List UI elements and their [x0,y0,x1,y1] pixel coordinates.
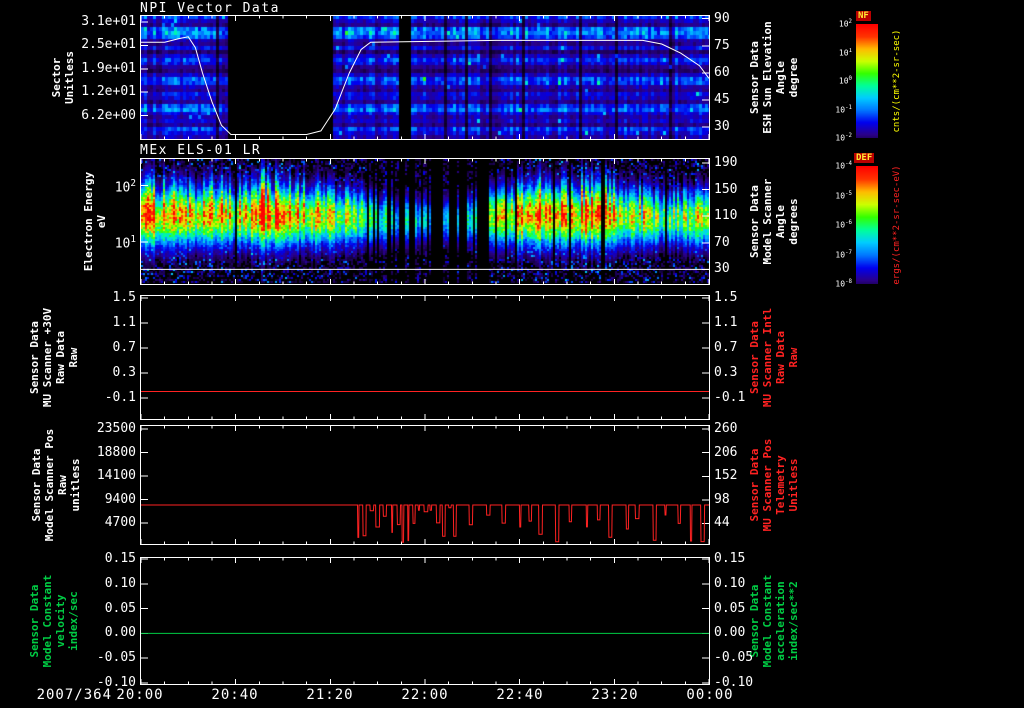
tick-label: 45 [714,92,730,108]
tick-label: 14100 [96,468,136,483]
tick-label: 152 [714,468,738,484]
x-tick-label: 22:40 [496,687,544,703]
panel-5-plot [140,557,710,685]
tick-label: 10-7 [835,249,852,260]
panel-3-overlay [141,296,709,419]
x-tick-label: 00:00 [686,687,734,703]
colorbar-2-gradient [856,166,878,284]
tick-label: 60 [714,64,730,80]
tick-label: 190 [714,154,738,170]
x-tick-label: 23:20 [591,687,639,703]
tick-label: -0.1 [714,389,746,405]
tick-label: 10-6 [835,220,852,230]
tick-label: 3.1e+01 [81,14,136,30]
tick-label: 150 [714,181,738,197]
tick-label: 44 [714,515,730,531]
colorbar1-tag: NF [856,11,871,21]
tick-label: 30 [714,261,730,277]
colorbar2-tag: DEF [854,153,875,163]
tick-label: 98 [714,491,730,507]
panel-2-overlay [141,159,709,284]
tick-label: 101 [838,47,852,58]
panel1-ylabel: Sector Unitless [50,51,76,104]
multi-panel-time-series-plot: NPI Vector Data MEx ELS-01 LR Sector Uni… [0,0,1024,708]
tick-label: 0.7 [112,339,136,355]
tick-label: 101 [114,234,136,252]
tick-label: 90 [714,10,730,26]
tick-label: 70 [714,234,730,250]
tick-label: 0.00 [714,625,746,641]
tick-label: 0.7 [714,339,738,355]
tick-label: 9400 [104,491,136,507]
tick-label: -0.05 [96,650,136,666]
tick-label: -0.1 [104,389,136,405]
tick-label: 1.1 [714,314,738,330]
panel5-ylabel: Sensor Data Model Constant velocity inde… [28,574,80,668]
panel-2-plot [140,158,710,285]
tick-label: 0.05 [104,600,136,616]
tick-label: 30 [714,119,730,135]
colorbar1-units: cnts/(cm**2-sr-sec) [892,29,902,133]
x-tick-label: 20:40 [211,687,259,703]
tick-label: 1.5 [714,289,738,305]
tick-label: 23500 [96,421,136,436]
panel-3-plot [140,295,710,420]
x-tick-label: 22:00 [401,687,449,703]
tick-label: 10-8 [835,279,852,289]
tick-label: 0.10 [714,575,746,591]
x-tick-label: 20:00 [116,687,164,703]
colorbar-1-gradient [856,24,878,138]
tick-label: 10-1 [835,104,852,115]
tick-label: 102 [838,19,852,29]
panel-4-overlay [141,426,709,544]
tick-label: 75 [714,37,730,53]
panel-1-plot [140,15,710,140]
tick-label: 0.10 [104,575,136,591]
colorbar2-units: ergs/(cm**2-sr-sec-eV) [892,165,902,285]
tick-label: 0.3 [714,364,738,380]
tick-label: 0.3 [112,364,136,380]
tick-label: 260 [714,421,738,437]
tick-label: 10-4 [835,161,852,171]
tick-label: 6.2e+00 [81,107,136,123]
tick-label: 102 [114,177,136,195]
tick-label: 0.00 [104,625,136,641]
tick-label: 0.05 [714,600,746,616]
panel-5-overlay [141,558,709,684]
tick-label: 10-5 [835,190,852,201]
panel-4-plot [140,425,710,545]
tick-label: 4700 [104,515,136,530]
tick-label: 0.15 [104,550,136,566]
tick-label: -0.05 [714,650,754,666]
tick-label: 1.9e+01 [81,60,136,76]
tick-label: 18800 [96,444,136,460]
tick-label: 0.15 [714,550,746,566]
panel2-title: MEx ELS-01 LR [140,143,262,158]
series-line-4 [141,504,709,543]
tick-label: 1.2e+01 [81,84,136,100]
overlay-line-1 [141,36,709,135]
x-tick-label: 21:20 [306,687,354,703]
panel1-title: NPI Vector Data [140,1,280,16]
tick-label: 110 [714,208,738,224]
tick-label: 2.5e+01 [81,37,136,53]
panel-1-overlay [141,16,709,139]
tick-label: 1.1 [112,314,136,330]
tick-label: 1.5 [112,289,136,305]
tick-label: 10-2 [835,133,852,143]
tick-label: 206 [714,444,738,460]
panel3-ylabel: Sensor Data MU Scanner +30V Raw Data Raw [28,307,80,408]
tick-label: 100 [838,76,852,86]
